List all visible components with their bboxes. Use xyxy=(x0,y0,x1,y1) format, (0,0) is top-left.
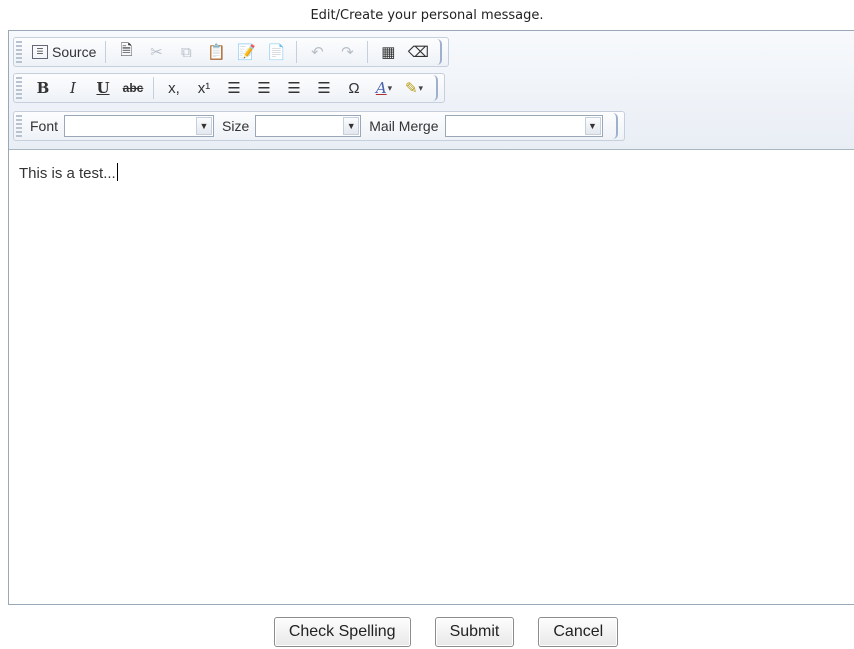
superscript-button[interactable]: x¹ xyxy=(192,76,216,100)
editor-content-area[interactable]: This is a test... xyxy=(9,151,854,604)
toolbar-separator xyxy=(296,41,298,63)
toolbar-row-document: ☰ Source 🗎 ✂ ⧉ 📋 📝 📄 ↶ ↷ ▦ ⌫ xyxy=(13,37,450,67)
toolbar-grip[interactable] xyxy=(16,41,22,63)
chevron-down-icon[interactable]: ▼ xyxy=(196,117,213,135)
align-center-icon[interactable]: ☰ xyxy=(252,76,276,100)
source-icon: ☰ xyxy=(32,45,48,59)
strikethrough-button[interactable]: abc xyxy=(121,76,145,100)
redo-icon[interactable]: ↷ xyxy=(335,40,359,64)
editor-toolbar: ☰ Source 🗎 ✂ ⧉ 📋 📝 📄 ↶ ↷ ▦ ⌫ B I U abc x… xyxy=(9,31,854,150)
paste-text-icon[interactable]: 📝 xyxy=(234,40,258,64)
toolbar-separator xyxy=(367,41,369,63)
special-char-button[interactable]: Ω xyxy=(342,76,366,100)
size-label: Size xyxy=(222,118,250,134)
source-button[interactable]: ☰ Source xyxy=(28,44,100,60)
align-left-icon[interactable]: ☰ xyxy=(222,76,246,100)
bold-button[interactable]: B xyxy=(31,76,55,100)
font-select[interactable]: ▼ xyxy=(64,115,215,137)
check-spelling-button[interactable]: Check Spelling xyxy=(273,617,411,647)
submit-button[interactable]: Submit xyxy=(434,617,515,647)
align-right-icon[interactable]: ☰ xyxy=(282,76,306,100)
bg-color-button[interactable]: ✎ ▾ xyxy=(402,76,426,100)
mail-merge-label: Mail Merge xyxy=(369,118,439,134)
page-heading: Edit/Create your personal message. xyxy=(310,8,544,23)
align-justify-icon[interactable]: ☰ xyxy=(312,76,336,100)
toolbar-separator xyxy=(105,41,107,63)
font-label: Font xyxy=(30,118,59,134)
size-select[interactable]: ▼ xyxy=(255,115,362,137)
action-buttons: Check Spelling Submit Cancel xyxy=(0,617,854,647)
chevron-down-icon: ▾ xyxy=(418,82,424,93)
toolbar-grip[interactable] xyxy=(16,77,22,99)
text-color-button[interactable]: A ▾ xyxy=(372,76,396,100)
mail-merge-select[interactable]: ▼ xyxy=(444,115,603,137)
eraser-icon[interactable]: ⌫ xyxy=(406,40,430,64)
cut-icon[interactable]: ✂ xyxy=(144,40,168,64)
toolbar-row-end xyxy=(613,113,618,139)
underline-button[interactable]: U xyxy=(91,76,115,100)
editor-text: This is a test... xyxy=(19,165,116,182)
copy-icon[interactable]: ⧉ xyxy=(174,40,198,64)
text-cursor xyxy=(116,163,118,181)
subscript-button[interactable]: x, xyxy=(162,76,186,100)
source-label: Source xyxy=(52,44,97,60)
chevron-down-icon[interactable]: ▼ xyxy=(584,117,601,135)
paste-icon[interactable]: 📋 xyxy=(204,40,228,64)
highlight-icon: ✎ xyxy=(404,80,418,97)
text-color-icon: A xyxy=(375,79,387,97)
toolbar-grip[interactable] xyxy=(16,115,22,137)
undo-icon[interactable]: ↶ xyxy=(305,40,329,64)
toolbar-row-end xyxy=(437,39,443,65)
toolbar-row-combos: Font ▼ Size ▼ Mail Merge ▼ xyxy=(13,111,625,141)
toolbar-separator xyxy=(153,77,154,99)
new-page-icon[interactable]: 🗎 xyxy=(114,40,138,64)
chevron-down-icon: ▾ xyxy=(387,82,393,93)
cancel-button[interactable]: Cancel xyxy=(538,617,619,647)
toolbar-row-end xyxy=(433,75,438,101)
rich-text-editor: ☰ Source 🗎 ✂ ⧉ 📋 📝 📄 ↶ ↷ ▦ ⌫ B I U abc x… xyxy=(8,30,854,605)
table-icon[interactable]: ▦ xyxy=(376,40,400,64)
toolbar-row-format: B I U abc x, x¹ ☰ ☰ ☰ ☰ Ω A ▾ ✎ ▾ xyxy=(13,73,445,103)
paste-word-icon[interactable]: 📄 xyxy=(264,40,288,64)
italic-button[interactable]: I xyxy=(61,76,85,100)
chevron-down-icon[interactable]: ▼ xyxy=(343,117,360,135)
